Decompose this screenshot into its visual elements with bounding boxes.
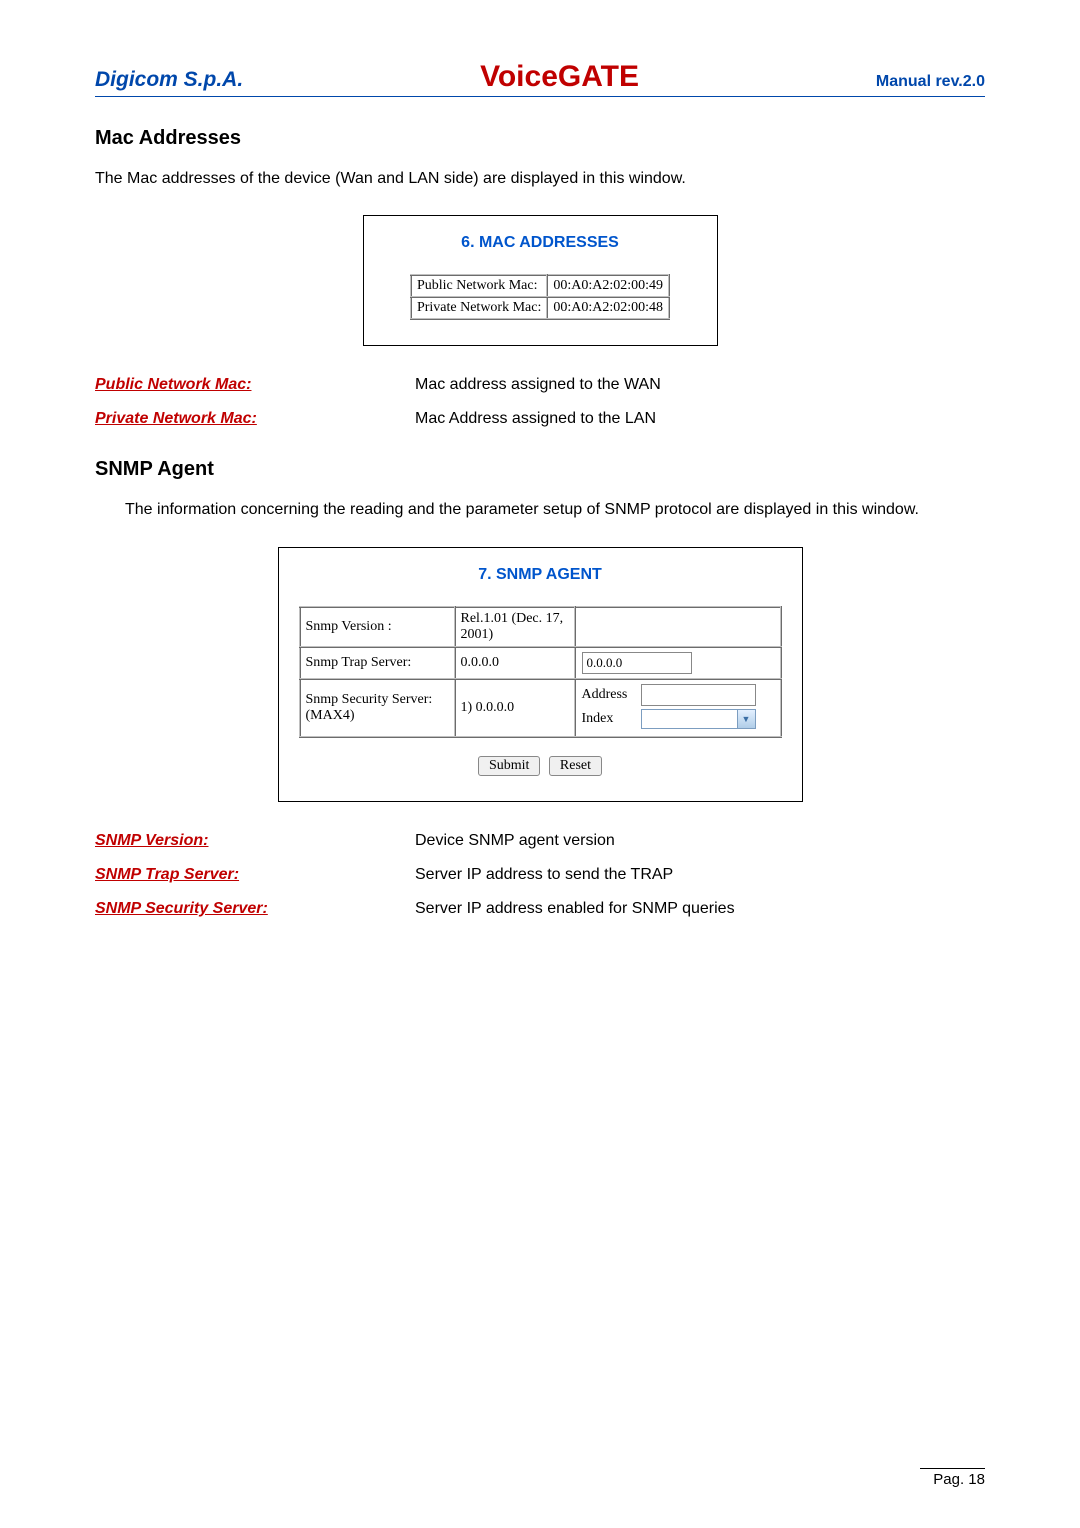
header-revision: Manual rev.2.0	[876, 73, 985, 91]
definition-row: Private Network Mac: Mac Address assigne…	[95, 410, 985, 428]
snmp-panel-title: 7. SNMP AGENT	[299, 566, 782, 584]
mac-addresses-section: Mac Addresses The Mac addresses of the d…	[95, 127, 985, 428]
snmp-section-description: The information concerning the reading a…	[125, 499, 985, 521]
definition-row: SNMP Trap Server: Server IP address to s…	[95, 866, 985, 884]
def-term-snmp-trap: SNMP Trap Server:	[95, 866, 415, 884]
index-label: Index	[582, 711, 637, 727]
snmp-version-label: Snmp Version :	[300, 607, 455, 647]
snmp-trap-input-cell	[575, 647, 781, 679]
table-row: Public Network Mac: 00:A0:A2:02:00:49	[411, 275, 669, 297]
def-term-snmp-security: SNMP Security Server:	[95, 900, 415, 918]
table-row: Snmp Trap Server: 0.0.0.0	[300, 647, 781, 679]
table-row: Snmp Version : Rel.1.01 (Dec. 17, 2001)	[300, 607, 781, 647]
def-term-public-mac: Public Network Mac:	[95, 376, 415, 394]
snmp-security-label: Snmp Security Server: (MAX4)	[300, 679, 455, 737]
table-row: Private Network Mac: 00:A0:A2:02:00:48	[411, 297, 669, 319]
snmp-table: Snmp Version : Rel.1.01 (Dec. 17, 2001) …	[299, 606, 782, 738]
mac-label: Public Network Mac:	[411, 275, 547, 297]
address-label: Address	[582, 687, 637, 703]
mac-section-title: Mac Addresses	[95, 127, 985, 150]
definition-row: Public Network Mac: Mac address assigned…	[95, 376, 985, 394]
snmp-trap-input[interactable]	[582, 652, 692, 674]
mac-table: Public Network Mac: 00:A0:A2:02:00:49 Pr…	[410, 274, 670, 320]
def-desc: Device SNMP agent version	[415, 832, 615, 850]
snmp-trap-label: Snmp Trap Server:	[300, 647, 455, 679]
snmp-agent-section: SNMP Agent The information concerning th…	[95, 458, 985, 917]
chevron-down-icon[interactable]: ▼	[737, 710, 755, 728]
mac-label: Private Network Mac:	[411, 297, 547, 319]
def-desc: Mac Address assigned to the LAN	[415, 410, 656, 428]
mac-value: 00:A0:A2:02:00:49	[547, 275, 669, 297]
snmp-security-value: 1) 0.0.0.0	[455, 679, 575, 737]
reset-button[interactable]: Reset	[549, 756, 602, 776]
def-term-private-mac: Private Network Mac:	[95, 410, 415, 428]
submit-button[interactable]: Submit	[478, 756, 540, 776]
def-desc: Server IP address to send the TRAP	[415, 866, 673, 884]
address-input[interactable]	[641, 684, 756, 706]
index-dropdown[interactable]: ▼	[641, 709, 756, 729]
mac-value: 00:A0:A2:02:00:48	[547, 297, 669, 319]
header-company: Digicom S.p.A.	[95, 68, 243, 92]
button-row: Submit Reset	[299, 756, 782, 776]
header-product: VoiceGATE	[480, 60, 639, 94]
def-desc: Mac address assigned to the WAN	[415, 376, 661, 394]
mac-section-description: The Mac addresses of the device (Wan and…	[95, 168, 985, 190]
snmp-agent-panel: 7. SNMP AGENT Snmp Version : Rel.1.01 (D…	[278, 547, 803, 802]
snmp-trap-value: 0.0.0.0	[455, 647, 575, 679]
snmp-security-controls: Address Index ▼	[575, 679, 781, 737]
page-header: Digicom S.p.A. VoiceGATE Manual rev.2.0	[95, 60, 985, 97]
def-desc: Server IP address enabled for SNMP queri…	[415, 900, 735, 918]
snmp-version-value: Rel.1.01 (Dec. 17, 2001)	[455, 607, 575, 647]
mac-panel-title: 6. MAC ADDRESSES	[384, 234, 697, 252]
definition-row: SNMP Security Server: Server IP address …	[95, 900, 985, 918]
def-term-snmp-version: SNMP Version:	[95, 832, 415, 850]
definition-row: SNMP Version: Device SNMP agent version	[95, 832, 985, 850]
mac-addresses-panel: 6. MAC ADDRESSES Public Network Mac: 00:…	[363, 215, 718, 346]
empty-cell	[575, 607, 781, 647]
snmp-section-title: SNMP Agent	[95, 458, 985, 481]
page-footer: Pag. 18	[920, 1468, 985, 1488]
table-row: Snmp Security Server: (MAX4) 1) 0.0.0.0 …	[300, 679, 781, 737]
